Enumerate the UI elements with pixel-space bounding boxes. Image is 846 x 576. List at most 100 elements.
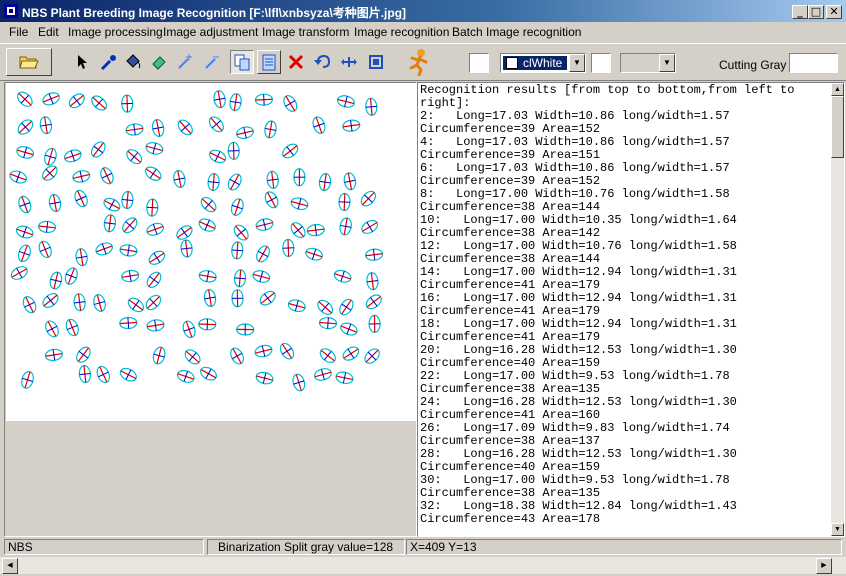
seed-shape (318, 316, 338, 330)
seed-shape (236, 323, 255, 336)
seed-shape (15, 225, 34, 239)
menu-image-adjustment[interactable]: Image adjustment (163, 25, 258, 39)
seed-shape (144, 166, 162, 181)
menu-image-recognition[interactable]: Image recognition (354, 25, 449, 39)
copy-button[interactable] (230, 50, 254, 74)
wand-remove-button[interactable] (200, 50, 224, 74)
seed-shape (10, 266, 28, 280)
seed-shape (254, 93, 273, 106)
seed-shape (100, 167, 114, 185)
seed-shape (68, 93, 85, 109)
seed-shape (41, 165, 58, 181)
seed-shape (203, 288, 217, 308)
seed-shape (213, 90, 226, 109)
seed-shape (227, 173, 242, 191)
horizontal-scrollbar[interactable]: ◀ ▶ (0, 557, 846, 574)
seed-shape (146, 222, 165, 236)
seed-shape (256, 245, 270, 263)
seed-shape (93, 294, 106, 312)
delete-button[interactable] (284, 50, 308, 74)
seed-shape (312, 116, 326, 135)
seed-shape (39, 116, 53, 135)
seed-shape (64, 267, 78, 285)
chevron-down-icon[interactable]: ▼ (569, 54, 585, 72)
minimize-button[interactable]: _ (792, 5, 808, 19)
seed-shape (255, 371, 274, 385)
foreground-color-swatch[interactable] (469, 53, 489, 73)
eyedropper-tool-button[interactable] (97, 50, 121, 74)
seed-shape (227, 141, 240, 160)
seed-shape (145, 142, 164, 155)
run-recognition-button[interactable] (405, 47, 435, 77)
seed-shape (333, 269, 352, 283)
seed-shape (17, 91, 33, 107)
seed-shape (22, 296, 37, 314)
seed-shape (127, 297, 145, 313)
delete-icon (288, 54, 304, 70)
seed-shape (361, 219, 379, 234)
seed-shape (200, 366, 217, 381)
open-button[interactable] (6, 48, 52, 76)
seed-shape (103, 214, 117, 233)
menu-batch-image-recognition[interactable]: Batch Image recognition (452, 25, 581, 39)
seed-shape (72, 170, 91, 183)
seed-shape (230, 347, 245, 365)
scroll-down-icon[interactable]: ▼ (831, 523, 844, 536)
seed-shape (233, 269, 247, 288)
seed-shape (292, 373, 306, 392)
seed-shape (180, 239, 193, 258)
seed-shape (264, 120, 277, 139)
seed-shape (279, 342, 295, 360)
undo-button[interactable] (310, 50, 334, 74)
seed-shape (306, 223, 325, 237)
results-vertical-scrollbar[interactable]: ▲ ▼ (831, 83, 844, 536)
seed-shape (231, 289, 244, 308)
seed-shape (122, 217, 138, 234)
seed-shape (287, 299, 306, 313)
color-combo-selection: clWhite (503, 56, 567, 70)
wand-add-button[interactable] (173, 50, 197, 74)
scroll-thumb[interactable] (831, 96, 844, 158)
menu-file[interactable]: File (9, 25, 28, 39)
paint-bucket-icon (126, 54, 141, 69)
eraser-tool-button[interactable] (147, 50, 171, 74)
run-figure-icon (409, 49, 428, 76)
eyedropper-icon (100, 55, 116, 71)
move-button[interactable] (337, 50, 361, 74)
seed-shape (148, 250, 166, 265)
menu-image-processing[interactable]: Image processing (68, 25, 163, 39)
chevron-down-icon[interactable]: ▼ (659, 54, 675, 72)
cutting-gray-input[interactable] (789, 53, 838, 73)
seed-shape (121, 269, 140, 283)
seed-shape (91, 95, 108, 111)
menu-edit[interactable]: Edit (38, 25, 59, 39)
line-style-combo[interactable]: ▼ (620, 53, 676, 73)
scroll-right-icon[interactable]: ▶ (816, 558, 832, 574)
menu-image-transform[interactable]: Image transform (262, 25, 349, 39)
seed-shape (126, 149, 143, 165)
seed-shape (42, 293, 59, 308)
seed-shape (365, 294, 382, 310)
background-color-swatch[interactable] (591, 53, 611, 73)
seed-shape (339, 298, 354, 316)
color-combo[interactable]: clWhite ▼ (500, 53, 586, 73)
color-combo-value: clWhite (523, 56, 563, 70)
seed-shape (177, 119, 193, 136)
pointer-tool-button[interactable] (70, 50, 94, 74)
image-canvas[interactable] (6, 83, 416, 421)
fill-tool-button[interactable] (121, 50, 145, 74)
seed-shape (198, 270, 217, 283)
seed-shape (146, 319, 165, 332)
scroll-left-icon[interactable]: ◀ (2, 558, 18, 574)
paste-button[interactable] (257, 50, 281, 74)
seed-shape (290, 197, 309, 211)
title-bar[interactable]: NBS Plant Breeding Image Recognition [F:… (0, 0, 846, 22)
maximize-button[interactable]: □ (808, 5, 824, 19)
seed-shape (266, 170, 279, 189)
seed-shape (317, 299, 334, 315)
seed-shape (343, 172, 357, 191)
scroll-up-icon[interactable]: ▲ (831, 83, 844, 96)
results-textarea[interactable]: Recognition results [from top to bottom,… (417, 82, 845, 537)
fit-button[interactable] (364, 50, 388, 74)
close-button[interactable]: ✕ (826, 5, 842, 19)
